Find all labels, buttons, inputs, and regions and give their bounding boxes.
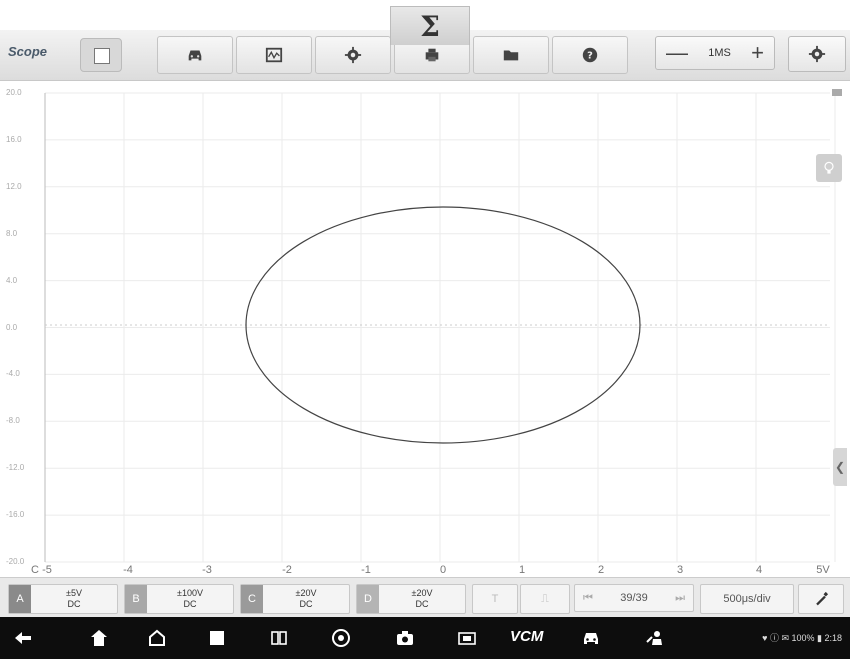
trigger-button[interactable]: T xyxy=(472,584,518,614)
printer-icon xyxy=(425,48,439,62)
house-outline-icon xyxy=(149,629,165,646)
channel-b-button[interactable]: B ±100V DC xyxy=(124,584,234,614)
channel-range: ±100V DC xyxy=(177,588,203,609)
stop-icon xyxy=(94,48,110,64)
car-icon xyxy=(584,633,598,644)
channel-range: ±5V DC xyxy=(66,588,82,609)
channel-letter: B xyxy=(125,585,147,613)
y-tick-label: -12.0 xyxy=(6,463,25,473)
waveform-library-button[interactable] xyxy=(236,36,312,74)
plot-canvas xyxy=(44,89,842,563)
last-page-button[interactable]: ⏭ xyxy=(675,592,685,605)
gear-icon xyxy=(344,46,362,64)
screen-record-icon xyxy=(458,632,476,645)
y-tick-label: 12.0 xyxy=(6,181,22,191)
x-tick-label: -4 xyxy=(123,564,133,576)
app-brand: Scope xyxy=(8,44,48,59)
display-button[interactable] xyxy=(456,627,478,649)
home-button[interactable] xyxy=(88,627,110,649)
plot-corner-marker xyxy=(832,89,842,96)
timebase-decrease-button[interactable]: — xyxy=(666,42,688,64)
x-tick-label: 2 xyxy=(597,564,605,576)
split-screen-button[interactable] xyxy=(268,627,290,649)
x-tick-label: C xyxy=(31,564,39,576)
y-tick-label: 4.0 xyxy=(6,275,18,285)
x-tick-label: 5V xyxy=(816,564,830,576)
browser-button[interactable] xyxy=(330,627,352,649)
system-navbar: VCM ♥ ⓘ ✉ 100% ▮ 2:18 xyxy=(0,617,850,659)
back-button[interactable] xyxy=(12,627,34,649)
y-tick-label: 0.0 xyxy=(6,322,18,332)
side-panel-handle[interactable]: ❮ xyxy=(833,448,847,486)
square-icon xyxy=(210,631,224,645)
x-tick-label: 0 xyxy=(439,564,447,576)
math-channel-tab[interactable]: Σ xyxy=(390,6,470,45)
timebase-control: — 1MS + xyxy=(655,36,775,70)
settings-button[interactable] xyxy=(315,36,391,74)
vehicle-button[interactable] xyxy=(157,36,233,74)
y-tick-label: 20.0 xyxy=(6,88,22,97)
xy-plot[interactable] xyxy=(0,81,850,576)
split-icon xyxy=(271,631,287,645)
remote-service-button[interactable] xyxy=(644,627,666,649)
timebase-increase-button[interactable]: + xyxy=(751,42,764,64)
camera-icon xyxy=(397,631,413,645)
chrome-icon xyxy=(332,629,350,647)
car-icon xyxy=(188,50,202,61)
plot-grid xyxy=(44,92,836,563)
timebase-value: 1MS xyxy=(708,47,731,59)
y-tick-label: -4.0 xyxy=(6,369,20,379)
recent-apps-button[interactable] xyxy=(206,627,228,649)
gear-icon xyxy=(808,45,826,63)
channel-letter: C xyxy=(241,585,263,613)
time-per-div-button[interactable]: 500μs/div xyxy=(700,584,794,614)
channel-letter: A xyxy=(9,585,31,613)
help-icon: ? xyxy=(582,47,598,63)
vehicle-menu-button[interactable] xyxy=(580,627,602,649)
channel-range: ±20V DC xyxy=(295,588,317,609)
channel-d-button[interactable]: D ±20V DC xyxy=(356,584,466,614)
x-tick-label: 3 xyxy=(676,564,684,576)
probe-icon xyxy=(816,591,829,606)
bulb-icon xyxy=(824,161,834,174)
pulse-button[interactable]: ⎍ xyxy=(520,584,570,614)
status-bar-info: ♥ ⓘ ✉ 100% ▮ 2:18 xyxy=(762,633,842,643)
channel-letter: D xyxy=(357,585,379,613)
back-icon xyxy=(15,632,31,644)
vcm-button[interactable]: VCM xyxy=(510,628,543,645)
home-icon xyxy=(91,630,107,646)
scope-settings-button[interactable] xyxy=(788,36,846,72)
y-tick-label: 16.0 xyxy=(6,134,22,144)
y-tick-label: -16.0 xyxy=(6,510,25,520)
channel-bar: A ±5V DC B ±100V DC C ±20V DC D ±20V DC T ⎍ … xyxy=(0,577,850,618)
waveform-icon xyxy=(265,47,283,63)
folder-icon xyxy=(503,50,519,61)
help-button[interactable]: ? xyxy=(552,36,628,74)
stop-button[interactable] xyxy=(80,38,122,72)
x-tick-label: -2 xyxy=(282,564,292,576)
channel-range: ±20V DC xyxy=(411,588,433,609)
first-page-button[interactable]: ⏮ xyxy=(583,592,593,605)
channel-c-button[interactable]: C ±20V DC xyxy=(240,584,350,614)
x-tick-label: -5 xyxy=(42,564,52,576)
camera-button[interactable] xyxy=(394,627,416,649)
x-tick-label: 4 xyxy=(755,564,763,576)
autel-home-button[interactable] xyxy=(146,627,168,649)
page-navigator: ⏮ 39/39 ⏭ xyxy=(574,584,694,612)
y-tick-label: -8.0 xyxy=(6,416,20,426)
probe-button[interactable] xyxy=(798,584,844,614)
x-tick-label: 1 xyxy=(518,564,526,576)
open-file-button[interactable] xyxy=(473,36,549,74)
y-tick-label: 8.0 xyxy=(6,228,18,238)
channel-a-button[interactable]: A ±5V DC xyxy=(8,584,118,614)
x-tick-label: -3 xyxy=(202,564,212,576)
x-tick-label: -1 xyxy=(361,564,371,576)
mechanic-icon xyxy=(646,631,662,645)
page-counter: 39/39 xyxy=(620,592,648,604)
svg-text:?: ? xyxy=(587,51,593,62)
bulb-button[interactable] xyxy=(816,154,842,182)
